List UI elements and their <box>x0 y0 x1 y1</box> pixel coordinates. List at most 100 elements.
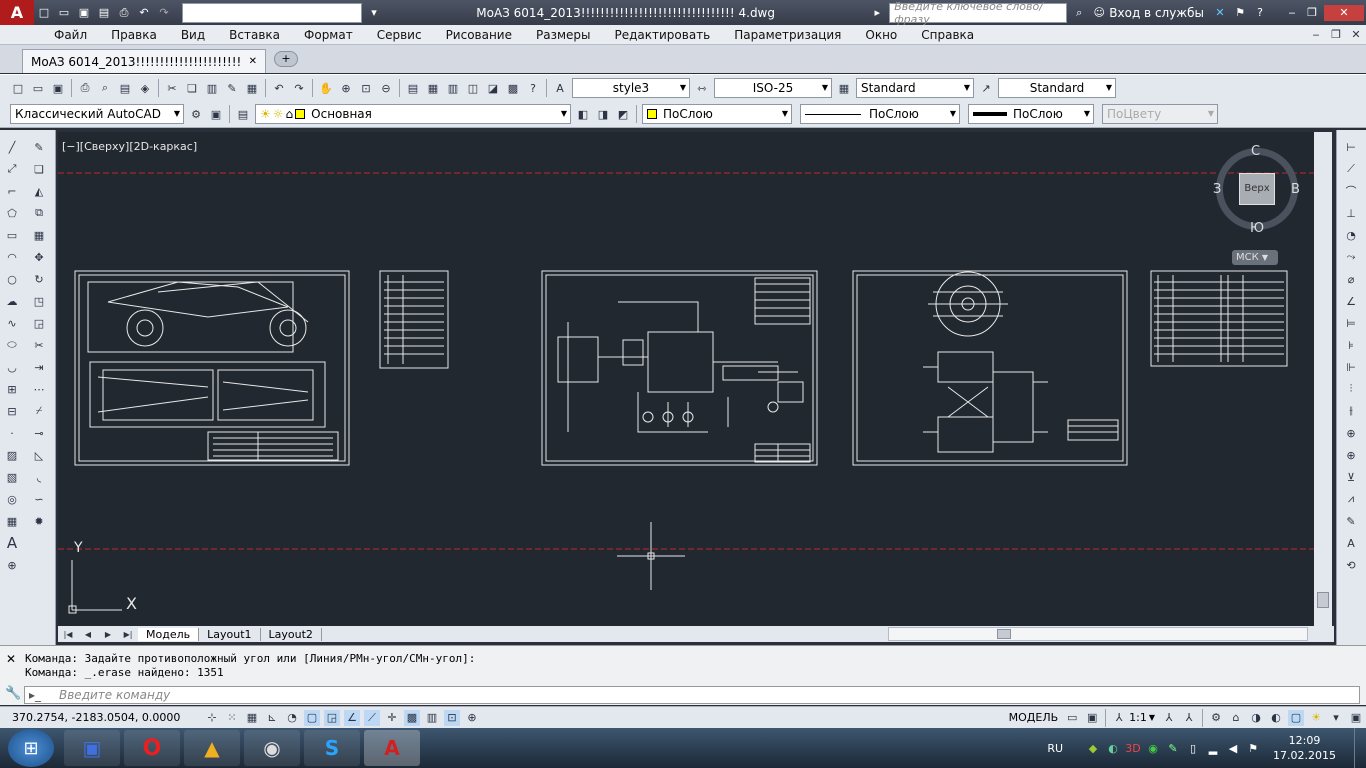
save-icon[interactable]: ▣ <box>76 5 92 21</box>
table-icon[interactable]: ▦ <box>4 512 20 530</box>
workspace-settings-icon[interactable]: ⚙ <box>188 106 204 122</box>
menu-tools[interactable]: Сервис <box>365 28 434 42</box>
compass-east[interactable]: В <box>1291 182 1300 197</box>
jogged-dim-icon[interactable]: ⤳ <box>1343 248 1359 266</box>
arc-icon[interactable]: ◠ <box>4 248 20 266</box>
annotation-scale[interactable]: 1:1 <box>1129 711 1147 724</box>
show-desktop-button[interactable] <box>1354 728 1366 768</box>
redo-icon[interactable]: ↷ <box>156 5 172 21</box>
menu-help[interactable]: Справка <box>909 28 986 42</box>
lineweight-toggle-icon[interactable]: ▩ <box>404 709 420 726</box>
dim-space-icon[interactable]: ⫶ <box>1343 380 1359 398</box>
extend-icon[interactable]: ⇥ <box>31 358 47 376</box>
ellipse-arc-icon[interactable]: ◡ <box>4 358 20 376</box>
clock[interactable]: 12:09 17.02.2015 <box>1273 733 1336 763</box>
linear-dim-icon[interactable]: ⊢ <box>1343 138 1359 156</box>
make-current-layer-icon[interactable]: ◧ <box>575 106 591 122</box>
3d-print-icon[interactable]: ◈ <box>137 80 153 96</box>
taskbar-app-daemon[interactable]: ▲ <box>184 730 240 766</box>
match-properties-icon[interactable]: ✎ <box>224 80 240 96</box>
redo-icon[interactable]: ↷ <box>291 80 307 96</box>
arc-length-icon[interactable]: ⌒ <box>1343 182 1359 200</box>
preview-icon[interactable]: ⌕ <box>97 80 113 96</box>
user-icon[interactable]: ☺ <box>1091 5 1107 21</box>
hatch-icon[interactable]: ▨ <box>4 446 20 464</box>
tray-icon-6[interactable]: ▯ <box>1185 740 1201 756</box>
help-icon[interactable]: ? <box>525 80 541 96</box>
cmd-close-icon[interactable]: ✕ <box>6 652 16 666</box>
scale-icon[interactable]: ◳ <box>31 292 47 310</box>
mtext-icon[interactable]: A <box>4 534 20 552</box>
insert-block-icon[interactable]: ⊞ <box>4 380 20 398</box>
ortho-mode-icon[interactable]: ⊾ <box>264 710 280 726</box>
hardware-accel-icon[interactable]: ◑ <box>1248 710 1264 726</box>
isolate-objects-icon[interactable]: ◐ <box>1268 710 1284 726</box>
move-icon[interactable]: ✥ <box>31 248 47 266</box>
table-style-icon[interactable]: ▦ <box>836 80 852 96</box>
sheet-1-general-view[interactable] <box>74 270 350 466</box>
quick-access-menu-icon[interactable]: ▾ <box>366 5 382 21</box>
bulb-status-icon[interactable]: ☀ <box>1308 710 1324 726</box>
color-select[interactable]: ПоСлою ▼ <box>642 104 792 124</box>
selection-cycling-icon[interactable]: ⊕ <box>464 710 480 726</box>
trim-icon[interactable]: ✂ <box>31 336 47 354</box>
gradient-icon[interactable]: ▧ <box>4 468 20 486</box>
annotation-visibility-icon[interactable]: ⅄ <box>1161 710 1177 726</box>
taskbar-app-save[interactable]: ▣ <box>64 730 120 766</box>
add-selected-icon[interactable]: ⊕ <box>4 556 20 574</box>
spline-icon[interactable]: ∿ <box>4 314 20 332</box>
compass-north[interactable]: С <box>1251 144 1260 159</box>
new-file-icon[interactable]: □ <box>36 5 52 21</box>
polyline-icon[interactable]: ⌐ <box>4 182 20 200</box>
annotation-scale-icon[interactable]: ⅄ <box>1111 710 1127 726</box>
tray-icon-4[interactable]: ◉ <box>1145 740 1161 756</box>
open-icon[interactable]: ▭ <box>30 80 46 96</box>
inspection-icon[interactable]: ⊻ <box>1343 468 1359 486</box>
exchange-icon[interactable]: ✕ <box>1212 5 1228 21</box>
erase-icon[interactable]: ✎ <box>31 138 47 156</box>
copy-object-icon[interactable]: ❏ <box>31 160 47 178</box>
fillet-icon[interactable]: ◟ <box>31 468 47 486</box>
plot-icon[interactable]: ⎙ <box>77 80 93 96</box>
cut-icon[interactable]: ✂ <box>164 80 180 96</box>
ordinate-dim-icon[interactable]: ⊥ <box>1343 204 1359 222</box>
menu-file[interactable]: Файл <box>42 28 99 42</box>
tray-icon-2[interactable]: ◐ <box>1105 740 1121 756</box>
jogged-linear-icon[interactable]: ⩘ <box>1343 490 1359 508</box>
object-snap-tracking-icon[interactable]: ∠ <box>344 709 360 726</box>
menu-window[interactable]: Окно <box>853 28 909 42</box>
calculator-icon[interactable]: ▩ <box>505 80 521 96</box>
file-tab[interactable]: МоАЗ 6014_2013!!!!!!!!!!!!!!!!!!!!!!!!!!… <box>22 49 266 73</box>
language-indicator[interactable]: RU <box>1047 742 1063 755</box>
lineweight-select[interactable]: ПоСлою ▼ <box>968 104 1094 124</box>
polar-tracking-icon[interactable]: ◔ <box>284 710 300 726</box>
menu-parametric[interactable]: Параметризация <box>722 28 853 42</box>
region-icon[interactable]: ◎ <box>4 490 20 508</box>
menu-dimension[interactable]: Размеры <box>524 28 603 42</box>
save-icon[interactable]: ▣ <box>50 80 66 96</box>
vscroll-thumb[interactable] <box>1317 592 1329 608</box>
tab-model[interactable]: Модель <box>138 627 200 641</box>
new-icon[interactable]: □ <box>10 80 26 96</box>
save-as-icon[interactable]: ▤ <box>96 5 112 21</box>
pan-icon[interactable]: ✋ <box>318 80 334 96</box>
new-tab-button[interactable]: + <box>274 51 298 67</box>
autocad-logo-icon[interactable]: A <box>0 0 34 25</box>
clean-screen-toggle-icon[interactable]: ▣ <box>1348 710 1364 726</box>
make-block-icon[interactable]: ⊟ <box>4 402 20 420</box>
drawing-viewport[interactable]: [−][Сверху][2D-каркас] Y X Верх С Ю З В … <box>58 132 1314 626</box>
open-file-icon[interactable]: ▭ <box>56 5 72 21</box>
publish-icon[interactable]: ▤ <box>117 80 133 96</box>
menu-format[interactable]: Формат <box>292 28 365 42</box>
ucs-menu[interactable]: МСК ▼ <box>1232 250 1278 265</box>
sheet-3-specification[interactable] <box>1150 270 1288 367</box>
zoom-realtime-icon[interactable]: ⊕ <box>338 80 354 96</box>
dim-text-edit-icon[interactable]: A <box>1343 534 1359 552</box>
search-expand-icon[interactable]: ▸ <box>869 5 885 21</box>
table-style-select[interactable]: Standard ▼ <box>856 78 974 98</box>
undo-icon[interactable]: ↶ <box>136 5 152 21</box>
point-icon[interactable]: · <box>4 424 20 442</box>
workspace-toggle-icon[interactable]: ▣ <box>208 106 224 122</box>
paste-icon[interactable]: ▥ <box>204 80 220 96</box>
taskbar-app-navigator[interactable]: ◉ <box>244 730 300 766</box>
